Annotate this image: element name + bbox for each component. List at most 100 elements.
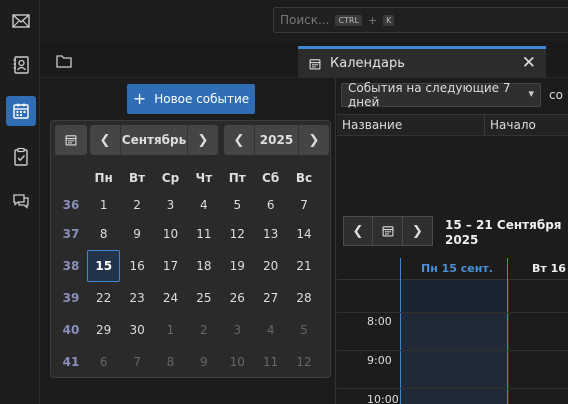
events-filter-value: События на следующие 7 дней [348, 81, 511, 109]
day-cell[interactable]: 27 [254, 291, 287, 305]
next-year-chevron-right-icon[interactable]: ❯ [299, 125, 329, 155]
mail-icon[interactable] [6, 6, 36, 36]
week-day-header: Пн 15 сент. Вт 16 с [337, 258, 568, 297]
day-cell[interactable]: 28 [287, 291, 320, 305]
calendar-icon[interactable] [6, 96, 36, 126]
selected-day-column[interactable] [400, 280, 508, 404]
search-field[interactable]: Поиск... CTRL + K [273, 7, 568, 33]
month-label[interactable]: Сентябрь [120, 125, 188, 155]
prev-year-chevron-left-icon[interactable]: ❮ [224, 125, 254, 155]
week-row: 39 22 23 24 25 26 27 28 [55, 282, 321, 314]
week-number[interactable]: 41 [55, 355, 87, 369]
week-number[interactable]: 39 [55, 291, 87, 305]
day-cell[interactable]: 13 [254, 227, 287, 241]
next-week-chevron-right-icon[interactable]: ❯ [403, 216, 433, 246]
shortcut-plus: + [367, 13, 378, 27]
day-cell[interactable]: 10 [221, 355, 254, 369]
day-cell[interactable]: 1 [154, 323, 187, 337]
day-cell[interactable]: 29 [87, 323, 120, 337]
year-label[interactable]: 2025 [254, 125, 299, 155]
day-header-selected[interactable]: Пн 15 сент. [400, 258, 508, 280]
day-cell[interactable]: 12 [287, 355, 320, 369]
calendar-today-icon [65, 135, 77, 146]
day-cell[interactable]: 11 [187, 227, 220, 241]
day-cell[interactable]: 21 [287, 259, 320, 273]
day-cell[interactable]: 8 [154, 355, 187, 369]
week-number[interactable]: 36 [55, 198, 87, 212]
column-header-start[interactable]: Начало [485, 115, 568, 135]
day-cell[interactable]: 12 [221, 227, 254, 241]
shortcut-ctrl-key: CTRL [335, 14, 362, 26]
next-month-chevron-right-icon[interactable]: ❯ [188, 125, 218, 155]
day-cell[interactable]: 16 [120, 259, 153, 273]
day-cell[interactable]: 25 [187, 291, 220, 305]
day-cell[interactable]: 19 [221, 259, 254, 273]
today-week-button[interactable] [373, 216, 403, 246]
app-window: Поиск... CTRL + K Календарь ✕ + Новое со… [0, 0, 568, 404]
day-cell[interactable]: 2 [187, 323, 220, 337]
folder-icon[interactable] [56, 54, 72, 68]
tab-calendar[interactable]: Календарь ✕ [298, 46, 546, 78]
events-filter-select[interactable]: События на следующие 7 дней ▾ [341, 81, 541, 109]
day-cell[interactable]: 26 [221, 291, 254, 305]
day-header[interactable]: Вт 16 с [508, 258, 568, 297]
close-icon[interactable]: ✕ [522, 55, 536, 72]
day-cell[interactable]: 23 [120, 291, 153, 305]
day-cell[interactable]: 6 [254, 198, 287, 212]
day-cell[interactable]: 24 [154, 291, 187, 305]
week-row: 38 15 16 17 18 19 20 21 [55, 250, 321, 282]
weekday-label: Вс [295, 171, 313, 185]
today-button[interactable] [55, 125, 87, 155]
day-cell[interactable]: 9 [187, 355, 220, 369]
hour-divider [337, 350, 568, 351]
day-cell[interactable]: 7 [287, 198, 320, 212]
week-number[interactable]: 40 [55, 323, 87, 337]
week-number[interactable]: 38 [55, 259, 87, 273]
day-cell[interactable]: 18 [187, 259, 220, 273]
week-number[interactable]: 37 [55, 227, 87, 241]
prev-month-chevron-left-icon[interactable]: ❮ [90, 125, 120, 155]
day-cell[interactable]: 2 [120, 198, 153, 212]
week-range-dates: 15 – 21 Сентября [445, 218, 562, 232]
time-label: 9:00 [367, 354, 392, 367]
day-cell[interactable]: 5 [221, 198, 254, 212]
day-cell[interactable]: 1 [87, 198, 120, 212]
weekday-header-row: Пн Вт Ср Чт Пт Сб Вс [55, 165, 321, 191]
day-cell[interactable]: 7 [120, 355, 153, 369]
prev-week-chevron-left-icon[interactable]: ❮ [343, 216, 373, 246]
day-cell[interactable]: 5 [287, 323, 320, 337]
new-event-button[interactable]: + Новое событие [127, 84, 255, 114]
time-label: 8:00 [367, 315, 392, 328]
search-placeholder: Поиск... [280, 13, 330, 27]
day-cell[interactable]: 14 [287, 227, 320, 241]
day-cell[interactable]: 6 [87, 355, 120, 369]
day-cell[interactable]: 30 [120, 323, 153, 337]
day-column[interactable] [508, 280, 568, 404]
week-row: 36 1 2 3 4 5 6 7 [55, 191, 321, 218]
day-cell[interactable]: 8 [87, 227, 120, 241]
day-cell[interactable]: 17 [154, 259, 187, 273]
week-row: 37 8 9 10 11 12 13 14 [55, 218, 321, 250]
weekday-label: Чт [195, 171, 213, 185]
event-list-header: Название Начало [337, 114, 568, 136]
day-cell[interactable]: 20 [254, 259, 287, 273]
chat-icon[interactable] [6, 186, 36, 216]
day-cell-today[interactable]: 15 [87, 250, 121, 282]
mini-calendar: ❮ Сентябрь ❯ ❮ 2025 ❯ Пн Вт Ср Чт Пт Сб … [50, 120, 331, 378]
column-header-name[interactable]: Название [337, 115, 485, 135]
day-cell[interactable]: 10 [154, 227, 187, 241]
week-navigation: ❮ ❯ [343, 216, 433, 246]
day-cell[interactable]: 22 [87, 291, 120, 305]
contacts-icon[interactable] [6, 50, 36, 80]
calendar-sidebar: + Новое событие ❮ Сентябрь ❯ ❮ 2025 ❯ Пн… [40, 78, 336, 404]
tab-bar: Календарь ✕ [40, 42, 568, 78]
tasks-icon[interactable] [6, 142, 36, 172]
week-range-title: 15 – 21 Сентября 2025 [445, 218, 562, 248]
day-cell[interactable]: 9 [120, 227, 153, 241]
day-cell[interactable]: 3 [221, 323, 254, 337]
all-day-band[interactable] [401, 280, 507, 312]
day-cell[interactable]: 11 [254, 355, 287, 369]
day-cell[interactable]: 3 [154, 198, 187, 212]
day-cell[interactable]: 4 [254, 323, 287, 337]
day-cell[interactable]: 4 [187, 198, 220, 212]
